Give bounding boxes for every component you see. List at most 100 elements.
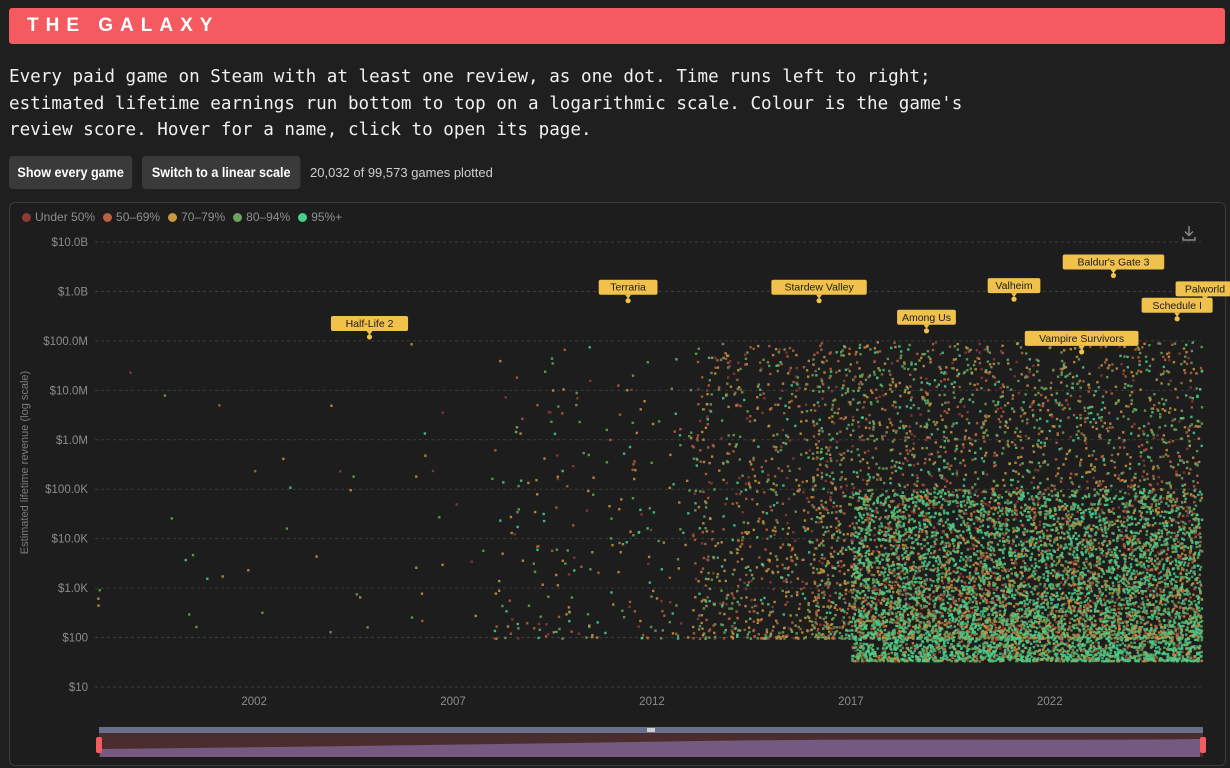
scatter-point[interactable] bbox=[705, 604, 708, 608]
scatter-point[interactable] bbox=[772, 434, 775, 437]
scatter-point[interactable] bbox=[648, 507, 651, 510]
scatter-point[interactable] bbox=[724, 357, 728, 360]
scatter-point[interactable] bbox=[992, 480, 996, 483]
scatter-point[interactable] bbox=[851, 483, 854, 486]
scatter-point[interactable] bbox=[1141, 346, 1144, 349]
scatter-point[interactable] bbox=[953, 457, 957, 460]
scatter-point[interactable] bbox=[1130, 402, 1133, 406]
scatter-point[interactable] bbox=[798, 386, 801, 390]
scatter-point[interactable] bbox=[1053, 484, 1056, 488]
scatter-point[interactable] bbox=[912, 593, 915, 596]
scatter-point[interactable] bbox=[805, 410, 809, 413]
scatter-point[interactable] bbox=[695, 457, 698, 461]
scatter-point[interactable] bbox=[912, 508, 916, 512]
scatter-point[interactable] bbox=[1068, 372, 1072, 375]
scatter-point[interactable] bbox=[1056, 520, 1059, 523]
scatter-point[interactable] bbox=[817, 632, 821, 635]
scatter-point[interactable] bbox=[700, 614, 704, 617]
scatter-point[interactable] bbox=[790, 384, 793, 387]
scatter-point[interactable] bbox=[963, 478, 966, 481]
scatter-point[interactable] bbox=[838, 522, 842, 526]
scatter-point[interactable] bbox=[572, 524, 575, 527]
scatter-point[interactable] bbox=[843, 572, 846, 576]
scatter-point[interactable] bbox=[1039, 583, 1042, 586]
scatter-point[interactable] bbox=[846, 532, 849, 536]
scatter-point[interactable] bbox=[455, 503, 458, 506]
scatter-point[interactable] bbox=[797, 484, 801, 487]
scatter-point[interactable] bbox=[976, 382, 979, 386]
scatter-point[interactable] bbox=[824, 530, 827, 534]
scatter-point[interactable] bbox=[929, 578, 932, 581]
scatter-point[interactable] bbox=[1033, 386, 1037, 390]
scatter-point[interactable] bbox=[544, 635, 548, 638]
scatter-point[interactable] bbox=[640, 637, 643, 640]
scatter-point[interactable] bbox=[968, 449, 971, 452]
scatter-point[interactable] bbox=[1158, 342, 1162, 345]
scatter-point[interactable] bbox=[1170, 583, 1174, 586]
scatter-point[interactable] bbox=[1101, 425, 1104, 428]
scatter-point[interactable] bbox=[1110, 453, 1114, 457]
scatter-point[interactable] bbox=[587, 489, 590, 493]
scatter-point[interactable] bbox=[737, 369, 740, 372]
scatter-point[interactable] bbox=[813, 424, 816, 427]
scatter-point[interactable] bbox=[905, 405, 909, 408]
scatter-point[interactable] bbox=[846, 449, 850, 452]
scatter-point[interactable] bbox=[1138, 510, 1141, 513]
scatter-point[interactable] bbox=[696, 434, 700, 437]
scatter-point[interactable] bbox=[985, 473, 989, 476]
scatter-point[interactable] bbox=[872, 420, 875, 423]
scatter-point[interactable] bbox=[1130, 390, 1134, 394]
scatter-point[interactable] bbox=[817, 593, 820, 596]
scatter-point[interactable] bbox=[962, 484, 966, 487]
scatter-point[interactable] bbox=[907, 436, 910, 439]
scatter-point[interactable] bbox=[1007, 595, 1011, 599]
scatter-point[interactable] bbox=[869, 348, 872, 351]
scatter-point[interactable] bbox=[1046, 463, 1050, 466]
scatter-point[interactable] bbox=[997, 380, 1000, 383]
scatter-point[interactable] bbox=[1141, 475, 1144, 478]
scatter-point[interactable] bbox=[958, 488, 961, 492]
scatter-point[interactable] bbox=[1189, 386, 1192, 389]
scatter-point[interactable] bbox=[784, 635, 788, 639]
scatter-point[interactable] bbox=[501, 604, 504, 608]
scatter-point[interactable] bbox=[1039, 446, 1043, 449]
scatter-point[interactable] bbox=[704, 584, 707, 587]
scatter-point[interactable] bbox=[1179, 605, 1182, 608]
scatter-point[interactable] bbox=[694, 577, 698, 581]
scatter-point[interactable] bbox=[501, 552, 504, 555]
scatter-point[interactable] bbox=[781, 589, 784, 593]
scatter-point[interactable] bbox=[840, 510, 843, 514]
scatter-point[interactable] bbox=[1069, 472, 1073, 475]
scatter-point[interactable] bbox=[992, 400, 995, 403]
scatter-point[interactable] bbox=[842, 384, 845, 387]
scatter-point[interactable] bbox=[785, 578, 788, 581]
scatter-point[interactable] bbox=[970, 514, 973, 518]
scatter-point[interactable] bbox=[1040, 386, 1043, 389]
scatter-point[interactable] bbox=[842, 491, 845, 494]
scatter-point[interactable] bbox=[1067, 510, 1070, 513]
scatter-point[interactable] bbox=[824, 501, 827, 504]
scatter-point[interactable] bbox=[1019, 435, 1022, 438]
scatter-point[interactable] bbox=[885, 431, 888, 434]
scatter-point[interactable] bbox=[1142, 459, 1145, 462]
scatter-point[interactable] bbox=[1063, 532, 1066, 535]
scatter-point[interactable] bbox=[749, 346, 752, 349]
scatter-point[interactable] bbox=[1040, 441, 1043, 444]
scatter-point[interactable] bbox=[195, 625, 198, 629]
scatter-point[interactable] bbox=[1079, 424, 1082, 427]
scatter-point[interactable] bbox=[790, 559, 793, 562]
scatter-point[interactable] bbox=[844, 548, 848, 551]
scatter-point[interactable] bbox=[1069, 394, 1073, 398]
scatter-point[interactable] bbox=[879, 615, 883, 618]
scatter-point[interactable] bbox=[965, 346, 968, 349]
scatter-point[interactable] bbox=[1144, 355, 1148, 358]
scatter-point[interactable] bbox=[1057, 403, 1061, 407]
scatter-point[interactable] bbox=[1183, 483, 1187, 486]
scatter-point[interactable] bbox=[761, 520, 765, 523]
scatter-point[interactable] bbox=[910, 396, 913, 399]
scatter-point[interactable] bbox=[564, 562, 567, 565]
scatter-point[interactable] bbox=[893, 532, 896, 535]
scatter-point[interactable] bbox=[775, 493, 778, 496]
scatter-point[interactable] bbox=[735, 502, 739, 505]
scatter-point[interactable] bbox=[1161, 397, 1164, 401]
